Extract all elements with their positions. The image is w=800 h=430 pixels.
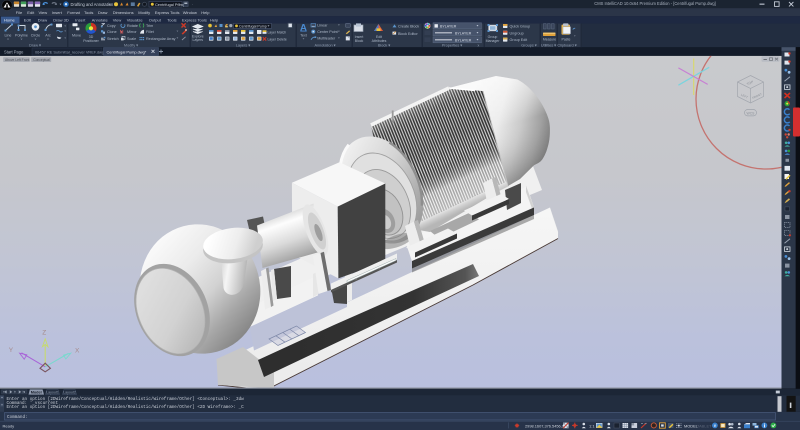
svg-text:Block ▾: Block ▾ [378,43,390,47]
svg-text:Polyline: Polyline [15,34,28,38]
svg-text:File: File [16,10,23,15]
svg-text:A: A [300,23,307,34]
svg-text:Home: Home [4,18,15,23]
svg-text:Attributes: Attributes [372,39,387,43]
svg-text:Paste: Paste [562,37,571,41]
svg-text:BYLAYER: BYLAYER [440,25,457,29]
svg-text:BYLAYER: BYLAYER [455,32,472,36]
svg-text:·: · [192,2,193,7]
svg-text:Conceptual: Conceptual [33,58,50,62]
svg-text:Format: Format [67,10,81,15]
svg-text:Dimensions: Dimensions [113,10,134,15]
svg-text:Line: Line [5,34,12,38]
svg-text:X: X [75,348,80,355]
svg-text:Move: Move [72,34,81,38]
svg-text:View: View [113,18,122,23]
svg-text:Linear: Linear [317,24,328,28]
svg-text:Express Tools: Express Tools [155,10,180,15]
svg-text:Multileader: Multileader [317,37,336,41]
svg-text:Measure: Measure [543,37,556,41]
svg-text:Y: Y [9,347,14,354]
svg-text:Draw 3D: Draw 3D [53,18,69,23]
svg-text:Arc: Arc [45,34,51,38]
svg-text:Trim: Trim [146,24,153,28]
svg-text:Z: Z [42,330,46,337]
svg-text:WCS: WCS [747,111,756,115]
svg-text:Clone: Clone [107,30,117,34]
svg-text:Positioner: Positioner [83,39,99,43]
svg-text:Group Edit: Group Edit [510,38,528,42]
svg-text:Center Point: Center Point [317,30,338,34]
svg-text:Centrifugal Pump.dwg*: Centrifugal Pump.dwg* [107,49,147,54]
svg-text:Layer Delete: Layer Delete [268,37,287,41]
svg-text:06457 RE Submittal_recover VRE: 06457 RE Submittal_recover VREF.dwg* [35,49,106,54]
svg-text:Centrifugal Pump: Centrifugal Pump [239,24,267,28]
svg-text:Copy: Copy [107,24,116,28]
svg-text:Properties ▾: Properties ▾ [442,43,462,47]
svg-text:Draw ▾: Draw ▾ [29,43,41,47]
svg-text:Layout1: Layout1 [46,390,59,394]
svg-text:Scale: Scale [127,37,136,41]
svg-text:Edit: Edit [27,10,35,15]
svg-text:View: View [39,10,48,15]
svg-text:Command:: Command: [7,415,28,420]
svg-text:Stretch: Stretch [107,37,119,41]
svg-text:Circle: Circle [31,34,40,38]
svg-text:Manager: Manager [486,39,501,43]
svg-text:Ungroup: Ungroup [510,31,524,35]
svg-text:Quick Group: Quick Group [510,25,531,29]
svg-text:Tools: Tools [167,18,176,23]
svg-text:Ready: Ready [3,423,15,428]
svg-text:1:1: 1:1 [589,423,595,428]
svg-text:Start Page: Start Page [4,49,24,54]
svg-text:Text: Text [300,34,306,38]
svg-text:Draw: Draw [98,10,107,15]
svg-text:Block Editor: Block Editor [398,32,418,36]
svg-text:Block: Block [355,39,364,43]
svg-text:Layers: Layers [193,38,204,42]
svg-text:Above Left Front: Above Left Front [5,58,29,62]
svg-text:Centrifugal Pump: Centrifugal Pump [155,2,185,7]
svg-text:BYLAYER: BYLAYER [455,39,472,43]
svg-text:TABLET: TABLET [697,423,712,428]
svg-text:Layout2: Layout2 [63,390,76,394]
svg-text:Tools: Tools [84,10,93,15]
svg-text:Mirror: Mirror [127,30,137,34]
svg-text:Help: Help [210,18,219,23]
svg-text:Drafting and Annotation: Drafting and Annotation [71,2,115,7]
svg-text:Output: Output [149,18,162,23]
svg-text:Modify: Modify [138,10,150,15]
svg-text:x: x [478,43,480,47]
svg-text:Model: Model [31,390,42,394]
svg-text:Draw: Draw [38,18,47,23]
svg-text:Annotate: Annotate [92,18,109,23]
svg-text:Help: Help [201,10,210,15]
svg-text:Groups ▾: Groups ▾ [521,43,537,47]
svg-text:Utilities ▾: Utilities ▾ [541,43,556,47]
svg-text:Edit: Edit [24,18,32,23]
svg-text:Layers ▾: Layers ▾ [236,43,250,47]
svg-text:Layer Match: Layer Match [268,31,287,35]
svg-text:Enter an option [2DWireframe/C: Enter an option [2DWireframe/Conceptual/… [7,405,245,410]
svg-text:Rectangular Array: Rectangular Array [146,37,176,41]
svg-text:Modify ▾: Modify ▾ [124,43,138,47]
svg-text:Rotate: Rotate [127,24,138,28]
svg-text:Fillet: Fillet [146,30,154,34]
svg-text:Create Block: Create Block [398,25,419,29]
svg-text:Express Tools: Express Tools [182,18,207,23]
svg-text:Clipboard ▾: Clipboard ▾ [557,43,576,47]
svg-text:CMS IntelliCAD 10.0x64 Premium: CMS IntelliCAD 10.0x64 Premium Edition -… [594,1,716,6]
svg-text:Annotation ▾: Annotation ▾ [314,43,335,47]
svg-text:Window: Window [183,10,197,15]
svg-text:Visualize: Visualize [127,18,144,23]
svg-text:Insert: Insert [52,10,63,15]
svg-text:2998.1607,376.5456,0: 2998.1607,376.5456,0 [525,423,565,428]
svg-text:Insert: Insert [75,18,86,23]
